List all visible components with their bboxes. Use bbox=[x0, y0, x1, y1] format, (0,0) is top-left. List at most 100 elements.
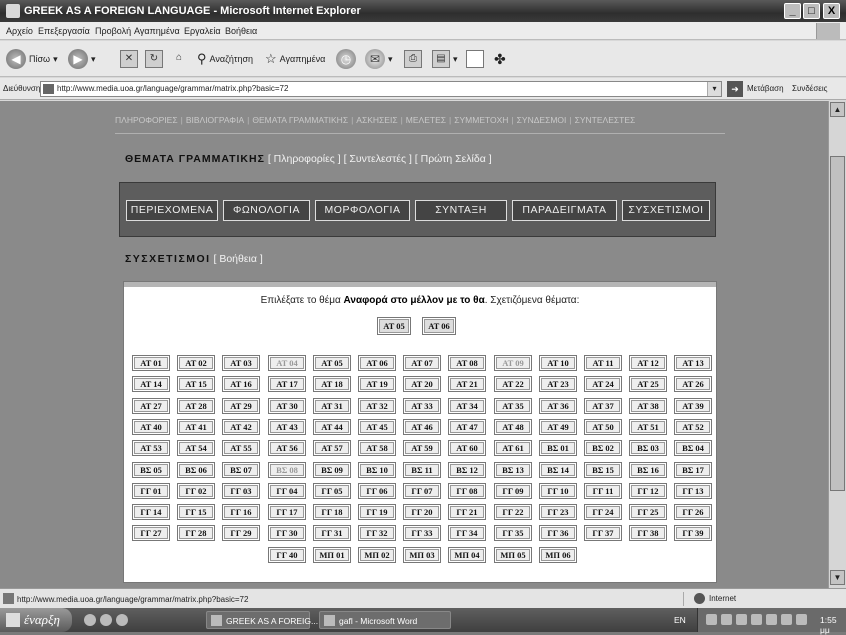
tab-examples[interactable]: ΠΑΡΑΔΕΙΓΜΑΤΑ bbox=[512, 200, 617, 221]
menu-view[interactable]: Προβολή bbox=[95, 26, 131, 36]
topic-button[interactable]: ΒΣ 11 bbox=[403, 462, 441, 478]
topic-button[interactable]: ΑΤ 13 bbox=[674, 355, 712, 371]
search-button[interactable]: ⚲ Αναζήτηση bbox=[197, 48, 253, 70]
menu-file[interactable]: Αρχείο bbox=[6, 26, 33, 36]
topic-button[interactable]: ΓΓ 05 bbox=[313, 483, 351, 499]
favorites-button[interactable]: ☆ Αγαπημένα bbox=[265, 48, 325, 70]
topic-button[interactable]: ΑΤ 58 bbox=[358, 440, 396, 456]
topic-button[interactable]: ΜΠ 02 bbox=[358, 547, 396, 563]
start-button[interactable]: έναρξη bbox=[0, 608, 72, 632]
topic-button[interactable]: ΑΤ 41 bbox=[177, 419, 215, 435]
topic-button[interactable]: ΑΤ 57 bbox=[313, 440, 351, 456]
topic-button[interactable]: ΑΤ 04 bbox=[268, 355, 306, 371]
refresh-button[interactable]: ↻ bbox=[145, 48, 163, 70]
mail-button[interactable]: ✉ ▾ bbox=[365, 48, 393, 70]
topic-button[interactable]: ΓΓ 04 bbox=[268, 483, 306, 499]
go-button[interactable]: Μετάβαση bbox=[747, 84, 784, 93]
quicklaunch-ie-icon[interactable] bbox=[84, 614, 96, 626]
edit-button[interactable]: ▤ ▾ bbox=[432, 48, 458, 70]
topic-button[interactable]: ΑΤ 49 bbox=[539, 419, 577, 435]
topic-button[interactable]: ΑΤ 43 bbox=[268, 419, 306, 435]
topic-button[interactable]: ΜΠ 03 bbox=[403, 547, 441, 563]
topnav-item[interactable]: ΜΕΛΕΤΕΣ bbox=[406, 115, 446, 125]
print-button[interactable]: ⎙ bbox=[404, 48, 422, 70]
topic-button[interactable]: ΓΓ 30 bbox=[268, 525, 306, 541]
tab-correlations[interactable]: ΣΥΣΧΕΤΙΣΜΟΙ bbox=[622, 200, 710, 221]
topic-button[interactable]: ΜΠ 05 bbox=[494, 547, 532, 563]
topic-button[interactable]: ΒΣ 08 bbox=[268, 462, 306, 478]
topic-button[interactable]: ΓΓ 09 bbox=[494, 483, 532, 499]
topic-button[interactable]: ΑΤ 09 bbox=[494, 355, 532, 371]
topic-button[interactable]: ΓΓ 34 bbox=[448, 525, 486, 541]
topnav-item[interactable]: ΣΥΝΤΕΛΕΣΤΕΣ bbox=[575, 115, 636, 125]
address-input[interactable]: http://www.media.uoa.gr/language/grammar… bbox=[40, 81, 722, 97]
topic-button[interactable]: ΑΤ 11 bbox=[584, 355, 622, 371]
topic-button[interactable]: ΓΓ 10 bbox=[539, 483, 577, 499]
scroll-thumb[interactable] bbox=[830, 156, 845, 491]
topic-button[interactable]: ΑΤ 40 bbox=[132, 419, 170, 435]
topic-button[interactable]: ΑΤ 29 bbox=[222, 398, 260, 414]
task-ie[interactable]: GREEK AS A FOREIG... bbox=[206, 611, 318, 629]
related-topic-button[interactable]: ΑΤ 05 bbox=[377, 317, 411, 335]
topic-button[interactable]: ΒΣ 09 bbox=[313, 462, 351, 478]
topic-button[interactable]: ΑΤ 42 bbox=[222, 419, 260, 435]
topic-button[interactable]: ΓΓ 23 bbox=[539, 504, 577, 520]
topic-button[interactable]: ΓΓ 37 bbox=[584, 525, 622, 541]
tray-security-icon[interactable] bbox=[736, 614, 747, 625]
topic-button[interactable]: ΓΓ 22 bbox=[494, 504, 532, 520]
topic-button[interactable]: ΓΓ 36 bbox=[539, 525, 577, 541]
topic-button[interactable]: ΑΤ 28 bbox=[177, 398, 215, 414]
topic-button[interactable]: ΓΓ 19 bbox=[358, 504, 396, 520]
topic-button[interactable]: ΑΤ 24 bbox=[584, 376, 622, 392]
tray-update-icon[interactable] bbox=[751, 614, 762, 625]
topic-button[interactable]: ΑΤ 55 bbox=[222, 440, 260, 456]
history-button[interactable]: ◷ bbox=[336, 48, 356, 70]
topic-button[interactable]: ΑΤ 53 bbox=[132, 440, 170, 456]
topic-button[interactable]: ΓΓ 20 bbox=[403, 504, 441, 520]
topic-button[interactable]: ΑΤ 48 bbox=[494, 419, 532, 435]
topic-button[interactable]: ΑΤ 54 bbox=[177, 440, 215, 456]
topic-button[interactable]: ΓΓ 21 bbox=[448, 504, 486, 520]
topic-button[interactable]: ΑΤ 33 bbox=[403, 398, 441, 414]
close-button[interactable]: X bbox=[823, 3, 840, 19]
topic-button[interactable]: ΓΓ 02 bbox=[177, 483, 215, 499]
topic-button[interactable]: ΓΓ 27 bbox=[132, 525, 170, 541]
menu-tools[interactable]: Εργαλεία bbox=[184, 26, 221, 36]
topic-button[interactable]: ΒΣ 05 bbox=[132, 462, 170, 478]
topic-button[interactable]: ΒΣ 12 bbox=[448, 462, 486, 478]
tray-volume-icon[interactable] bbox=[721, 614, 732, 625]
topic-button[interactable]: ΒΣ 02 bbox=[584, 440, 622, 456]
vertical-scrollbar[interactable]: ▲ ▼ bbox=[828, 101, 846, 588]
topic-button[interactable]: ΓΓ 15 bbox=[177, 504, 215, 520]
topic-button[interactable]: ΒΣ 06 bbox=[177, 462, 215, 478]
related-topic-button[interactable]: ΑΤ 06 bbox=[422, 317, 456, 335]
topnav-item[interactable]: ΣΥΝΔΕΣΜΟΙ bbox=[517, 115, 567, 125]
topic-button[interactable]: ΑΤ 61 bbox=[494, 440, 532, 456]
topic-button[interactable]: ΑΤ 21 bbox=[448, 376, 486, 392]
topic-button[interactable]: ΑΤ 60 bbox=[448, 440, 486, 456]
topic-button[interactable]: ΑΤ 50 bbox=[584, 419, 622, 435]
topic-button[interactable]: ΓΓ 07 bbox=[403, 483, 441, 499]
tray-antivirus-icon[interactable] bbox=[766, 614, 777, 625]
topic-button[interactable]: ΓΓ 31 bbox=[313, 525, 351, 541]
minimize-button[interactable]: _ bbox=[784, 3, 801, 19]
tab-syntax[interactable]: ΣΥΝΤΑΞΗ bbox=[415, 200, 507, 221]
topic-button[interactable]: ΒΣ 13 bbox=[494, 462, 532, 478]
topic-button[interactable]: ΑΤ 06 bbox=[358, 355, 396, 371]
topic-button[interactable]: ΒΣ 07 bbox=[222, 462, 260, 478]
topic-button[interactable]: ΓΓ 18 bbox=[313, 504, 351, 520]
topic-button[interactable]: ΒΣ 14 bbox=[539, 462, 577, 478]
tab-morphology[interactable]: ΜΟΡΦΟΛΟΓΙΑ bbox=[315, 200, 410, 221]
menu-edit[interactable]: Επεξεργασία bbox=[38, 26, 90, 36]
topic-button[interactable]: ΑΤ 22 bbox=[494, 376, 532, 392]
stop-button[interactable]: ✕ bbox=[120, 48, 138, 70]
topic-button[interactable]: ΑΤ 16 bbox=[222, 376, 260, 392]
topic-button[interactable]: ΓΓ 11 bbox=[584, 483, 622, 499]
topic-button[interactable]: ΑΤ 46 bbox=[403, 419, 441, 435]
topic-button[interactable]: ΑΤ 19 bbox=[358, 376, 396, 392]
topic-button[interactable]: ΑΤ 47 bbox=[448, 419, 486, 435]
topic-button[interactable]: ΓΓ 26 bbox=[674, 504, 712, 520]
topic-button[interactable]: ΓΓ 24 bbox=[584, 504, 622, 520]
task-word[interactable]: gafl - Microsoft Word bbox=[319, 611, 451, 629]
topic-button[interactable]: ΑΤ 17 bbox=[268, 376, 306, 392]
